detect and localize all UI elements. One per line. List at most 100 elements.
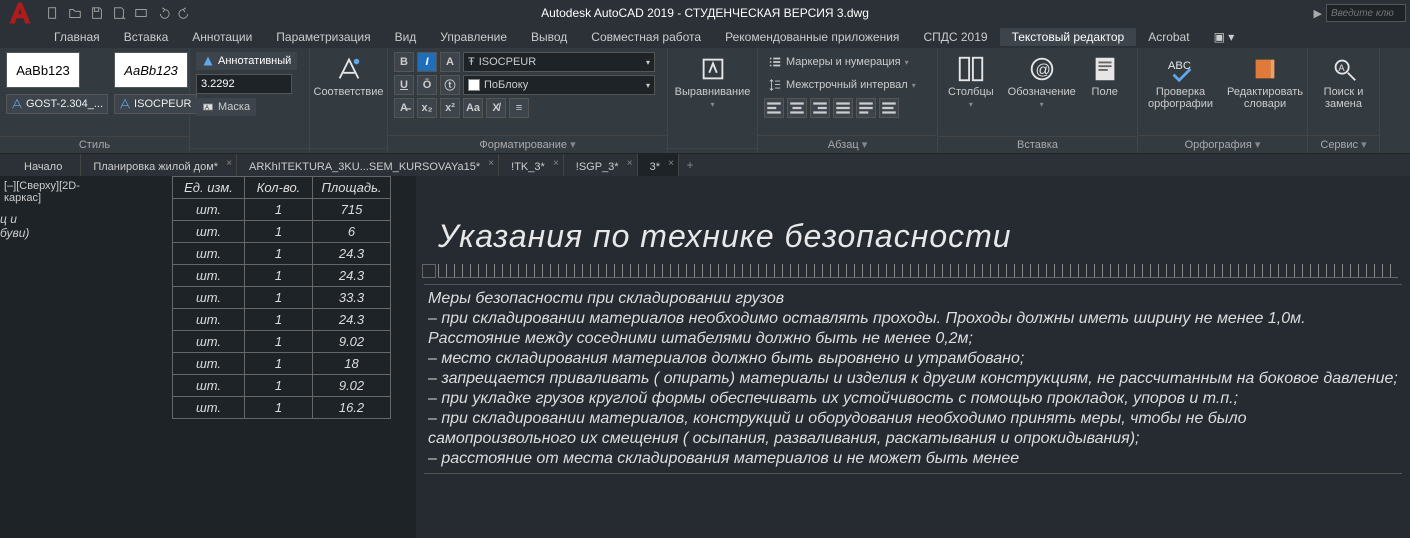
- table-cell[interactable]: шт.: [173, 221, 245, 243]
- panel-tools-title[interactable]: Сервис: [1308, 135, 1379, 153]
- stack-button[interactable]: ≡: [509, 98, 529, 118]
- textstyle-sample-1[interactable]: AaBb123: [6, 52, 80, 88]
- align-left-button[interactable]: [764, 98, 784, 118]
- table-cell[interactable]: шт.: [173, 243, 245, 265]
- ruler-corner-icon[interactable]: [422, 264, 436, 278]
- symbol-button[interactable]: @ Обозначение▾: [1004, 52, 1080, 111]
- ribbon-tab-expand[interactable]: ▣ ▾: [1202, 28, 1247, 46]
- table-cell[interactable]: 6: [313, 221, 391, 243]
- mtext-editor-area[interactable]: Указания по технике безопасности Меры бе…: [416, 176, 1410, 538]
- app-logo[interactable]: [2, 0, 38, 31]
- open-icon[interactable]: [66, 4, 84, 22]
- align-distributed-button[interactable]: [856, 98, 876, 118]
- field-button[interactable]: Поле: [1086, 52, 1124, 100]
- mtext-line[interactable]: Меры безопасности при складировании груз…: [428, 289, 1398, 309]
- panel-format-title[interactable]: Форматирование: [388, 135, 667, 153]
- table-cell[interactable]: 24.3: [313, 265, 391, 287]
- redo-icon[interactable]: [176, 4, 194, 22]
- table-cell[interactable]: 1: [245, 199, 313, 221]
- table-row[interactable]: шт.124.3: [173, 243, 391, 265]
- align-right-button[interactable]: [810, 98, 830, 118]
- columns-button[interactable]: Столбцы▾: [944, 52, 998, 111]
- ribbon-tab-0[interactable]: Главная: [42, 28, 112, 46]
- textstyle-sample-2[interactable]: AaBb123: [114, 52, 188, 88]
- mtext-line[interactable]: – при укладке грузов круглой формы обесп…: [428, 389, 1398, 409]
- justify-button[interactable]: Выравнивание ▾: [671, 52, 755, 111]
- table-row[interactable]: шт.133.3: [173, 287, 391, 309]
- table-cell[interactable]: шт.: [173, 309, 245, 331]
- document-tab-2[interactable]: ARKhITEKTURA_3KU...SEM_KURSOVAYa15*×: [237, 154, 499, 176]
- specification-table[interactable]: Ед. изм.Кол-во.Площадь. шт.1715шт.16шт.1…: [172, 176, 391, 419]
- align-default-button[interactable]: [879, 98, 899, 118]
- table-row[interactable]: шт.19.02: [173, 375, 391, 397]
- table-cell[interactable]: 1: [245, 331, 313, 353]
- align-justify-button[interactable]: [833, 98, 853, 118]
- table-cell[interactable]: 1: [245, 397, 313, 419]
- font-icon[interactable]: A: [440, 52, 460, 72]
- plot-icon[interactable]: [132, 4, 150, 22]
- mtext-line[interactable]: – расстояние от места складирования мате…: [428, 449, 1398, 469]
- new-icon[interactable]: [44, 4, 62, 22]
- linespace-button[interactable]: Межстрочный интервал ▾: [764, 75, 920, 95]
- document-tab-3[interactable]: !TK_3*×: [499, 154, 564, 176]
- table-cell[interactable]: 9.02: [313, 331, 391, 353]
- table-cell[interactable]: шт.: [173, 287, 245, 309]
- strikethrough-button[interactable]: A̶: [394, 98, 414, 118]
- italic-button[interactable]: I: [417, 52, 437, 72]
- close-tab-icon[interactable]: ×: [553, 158, 559, 169]
- table-cell[interactable]: шт.: [173, 199, 245, 221]
- table-row[interactable]: шт.19.02: [173, 331, 391, 353]
- ribbon-tab-10[interactable]: Текстовый редактор: [1000, 28, 1137, 46]
- ribbon-tab-4[interactable]: Вид: [383, 28, 429, 46]
- spellcheck-button[interactable]: ABC Проверка орфографии: [1144, 52, 1217, 112]
- table-cell[interactable]: 715: [313, 199, 391, 221]
- table-cell[interactable]: 1: [245, 309, 313, 331]
- color-icon[interactable]: ⓣ: [440, 75, 460, 95]
- overline-button[interactable]: Ō: [417, 75, 437, 95]
- textstyle-name-1[interactable]: GOST-2.304_...: [6, 94, 108, 114]
- drawing-viewport[interactable]: [–][Сверху][2D-каркас] ц ибуви) Ед. изм.…: [0, 176, 1410, 538]
- mtext-line[interactable]: – при складировании материалов, конструк…: [428, 409, 1398, 449]
- table-cell[interactable]: шт.: [173, 331, 245, 353]
- help-search-input[interactable]: [1326, 4, 1406, 22]
- bold-button[interactable]: B: [394, 52, 414, 72]
- table-cell[interactable]: шт.: [173, 353, 245, 375]
- table-cell[interactable]: 1: [245, 221, 313, 243]
- saveas-icon[interactable]: [110, 4, 128, 22]
- document-tab-0[interactable]: Начало: [12, 154, 81, 176]
- ribbon-tab-1[interactable]: Вставка: [112, 28, 181, 46]
- ribbon-tab-11[interactable]: Acrobat: [1136, 28, 1201, 46]
- ribbon-tab-2[interactable]: Аннотации: [180, 28, 264, 46]
- text-ruler[interactable]: [438, 264, 1398, 278]
- table-cell[interactable]: 33.3: [313, 287, 391, 309]
- close-tab-icon[interactable]: ×: [488, 158, 494, 169]
- table-header[interactable]: Площадь.: [313, 177, 391, 199]
- match-button[interactable]: Соответствие: [310, 52, 388, 100]
- ribbon-tab-5[interactable]: Управление: [428, 28, 519, 46]
- table-cell[interactable]: 1: [245, 353, 313, 375]
- ribbon-tab-6[interactable]: Вывод: [519, 28, 579, 46]
- table-cell[interactable]: 16.2: [313, 397, 391, 419]
- ribbon-tab-9[interactable]: СПДС 2019: [911, 28, 999, 46]
- table-cell[interactable]: 1: [245, 287, 313, 309]
- dictionary-button[interactable]: Редактировать словари: [1223, 52, 1307, 112]
- table-cell[interactable]: 1: [245, 265, 313, 287]
- close-tab-icon[interactable]: ×: [627, 158, 633, 169]
- table-cell[interactable]: шт.: [173, 375, 245, 397]
- table-cell[interactable]: 18: [313, 353, 391, 375]
- table-row[interactable]: шт.16: [173, 221, 391, 243]
- table-cell[interactable]: 24.3: [313, 309, 391, 331]
- document-tab-5[interactable]: 3*×: [638, 154, 679, 176]
- font-combo[interactable]: Ŧ ISOCPEUR ▾: [463, 52, 655, 72]
- clear-button[interactable]: X̸: [486, 98, 506, 118]
- mtext-title[interactable]: Указания по технике безопасности: [438, 218, 1012, 255]
- subscript-button[interactable]: x₂: [417, 98, 437, 118]
- table-cell[interactable]: 24.3: [313, 243, 391, 265]
- findreplace-button[interactable]: A Поиск и замена: [1314, 52, 1373, 112]
- table-cell[interactable]: 1: [245, 375, 313, 397]
- close-tab-icon[interactable]: ×: [226, 158, 232, 169]
- ribbon-tab-8[interactable]: Рекомендованные приложения: [713, 28, 911, 46]
- mtext-line[interactable]: – при складировании материалов необходим…: [428, 309, 1398, 349]
- mtext-line[interactable]: – запрещается приваливать ( опирать) мат…: [428, 369, 1398, 389]
- table-cell[interactable]: 9.02: [313, 375, 391, 397]
